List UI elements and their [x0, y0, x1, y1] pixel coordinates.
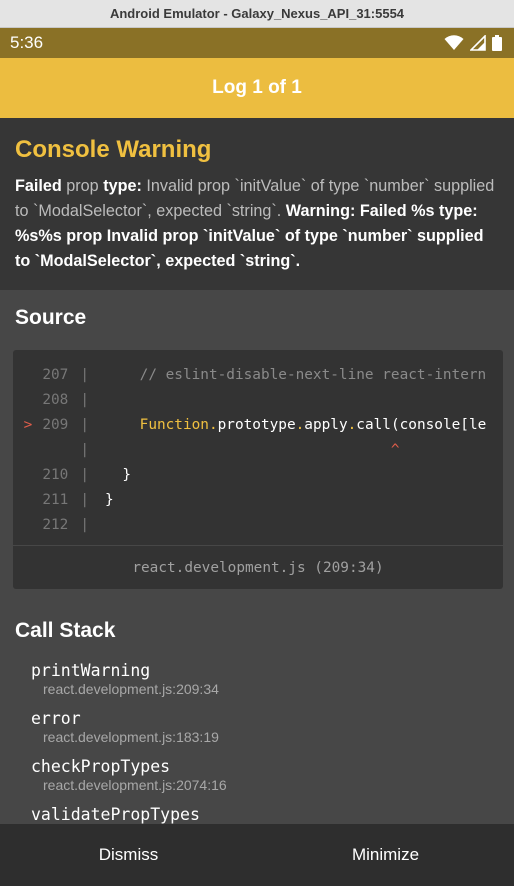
stack-frame[interactable]: checkPropTypes react.development.js:2074…	[31, 757, 502, 793]
signal-icon	[470, 35, 486, 51]
source-title: Source	[15, 306, 87, 329]
frame-location: react.development.js:209:34	[43, 681, 219, 697]
log-header: Log 1 of 1	[0, 58, 514, 118]
line-number: 211	[42, 491, 69, 508]
frame-name: validatePropTypes	[31, 805, 200, 824]
wifi-icon	[444, 35, 464, 50]
details-panel[interactable]: Source 207 | // eslint-disable-next-line …	[0, 290, 514, 830]
status-time: 5:36	[10, 33, 44, 52]
frame-name: error	[31, 709, 81, 728]
code-line-highlighted: >209 | Function.prototype.apply.call(cons…	[23, 416, 487, 433]
warning-part: type:	[103, 177, 147, 195]
code-line: 211 | }	[42, 491, 114, 508]
line-number: 207	[42, 366, 69, 383]
warning-part: prop	[66, 177, 104, 195]
warning-part: Failed	[15, 177, 67, 195]
log-counter: Log 1 of 1	[212, 77, 302, 98]
dismiss-button[interactable]: Dismiss	[0, 824, 257, 886]
code-text: // eslint-disable-next-line react-intern	[105, 366, 487, 383]
callstack-list: printWarning react.development.js:209:34…	[13, 661, 502, 824]
callstack-title: Call Stack	[15, 619, 116, 642]
battery-icon	[492, 35, 502, 51]
frame-name: printWarning	[31, 661, 151, 680]
code-frame[interactable]: 207 | // eslint-disable-next-line react-i…	[13, 350, 503, 589]
status-bar: 5:36	[0, 28, 514, 58]
stack-frame[interactable]: printWarning react.development.js:209:34	[31, 661, 502, 697]
frame-name: checkPropTypes	[31, 757, 171, 776]
line-number: 212	[42, 516, 69, 533]
stack-frame[interactable]: error react.development.js:183:19	[31, 709, 502, 745]
code-lines: 207 | // eslint-disable-next-line react-i…	[13, 350, 503, 545]
frame-location: react.development.js:183:19	[43, 729, 219, 745]
line-number: 209	[42, 416, 69, 433]
code-line: 212 |	[42, 516, 89, 533]
error-caret: ^	[105, 441, 400, 458]
source-file-label: react.development.js (209:34)	[132, 559, 384, 576]
code-line: 207 | // eslint-disable-next-line react-i…	[42, 366, 487, 383]
warning-section: Console Warning Failed prop type: Invali…	[0, 118, 514, 290]
code-text: Function.prototype.apply.call(console[le	[105, 416, 487, 433]
frame-location: react.development.js:2074:16	[43, 777, 227, 793]
line-number: 210	[42, 466, 69, 483]
source-file-link[interactable]: react.development.js (209:34)	[13, 545, 503, 589]
device-screen: 5:36 Log 1 of 1 Console Warning Failed p…	[0, 28, 514, 886]
code-text: }	[105, 491, 114, 508]
minimize-button[interactable]: Minimize	[257, 824, 514, 886]
status-icons	[444, 35, 502, 51]
code-text: }	[105, 466, 131, 483]
window-titlebar: Android Emulator - Galaxy_Nexus_API_31:5…	[0, 0, 514, 28]
code-line: 210 | }	[42, 466, 131, 483]
stack-frame[interactable]: validatePropTypes	[31, 805, 502, 824]
code-line: | ^	[80, 441, 400, 458]
error-marker: >	[23, 416, 33, 433]
window-title: Android Emulator - Galaxy_Nexus_API_31:5…	[109, 6, 405, 21]
warning-title: Console Warning	[15, 136, 212, 163]
code-line: 208 |	[42, 391, 89, 408]
line-number: 208	[42, 391, 69, 408]
bottom-action-bar: Dismiss Minimize	[0, 824, 514, 886]
warning-message: Failed prop type: Invalid prop `initValu…	[15, 174, 499, 274]
